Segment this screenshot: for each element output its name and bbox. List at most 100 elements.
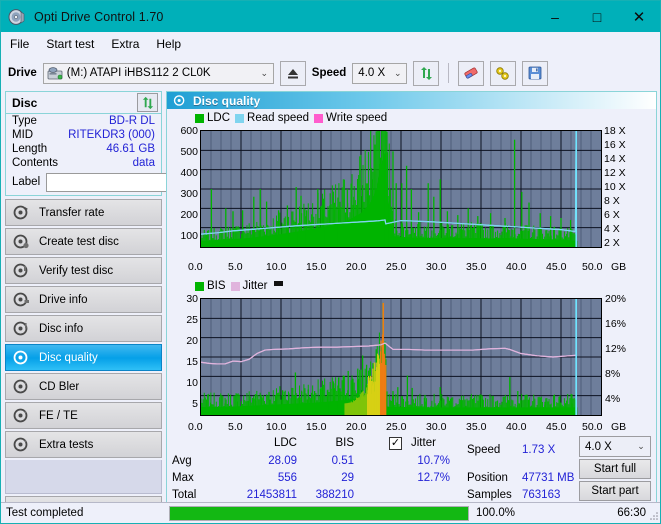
- erase-button[interactable]: [458, 60, 485, 86]
- menu-item-start-test[interactable]: Start test: [46, 35, 103, 53]
- sidebar-item-create-test-disc[interactable]: Create test disc: [5, 228, 162, 255]
- legend-label: Write speed: [326, 112, 388, 124]
- disc-panel-title: Disc: [12, 95, 38, 110]
- resize-grip-icon[interactable]: [650, 511, 659, 520]
- stats-ldc-total: 21453811: [246, 489, 297, 501]
- ldc-ytick: 600: [180, 125, 198, 137]
- menu-item-extra[interactable]: Extra: [111, 35, 148, 53]
- sidebar-item-drive-info[interactable]: Drive info: [5, 286, 162, 313]
- ldc-y2tick: 12 X: [604, 167, 626, 179]
- speed-select[interactable]: 4.0 X ⌄: [352, 62, 408, 84]
- ldc-ytick: 100: [180, 230, 198, 242]
- ldc-chart[interactable]: 600 500 400 300 200 100 18 X 16 X 14 X 1…: [167, 125, 656, 261]
- ldc-xtick: 0.0: [188, 261, 203, 273]
- close-button[interactable]: ✕: [618, 1, 660, 32]
- eject-button[interactable]: [279, 60, 306, 86]
- bis-y2tick: 12%: [605, 343, 627, 355]
- bis-chart[interactable]: 30 25 20 15 10 5 20% 16% 12% 8% 4%: [167, 293, 656, 421]
- start-part-button[interactable]: Start part: [579, 481, 651, 501]
- drive-icon: [47, 66, 63, 80]
- ldc-xtick: 40.0: [506, 261, 527, 273]
- disc-key-type: Type: [12, 115, 37, 127]
- ldc-xaxis: 0.0 5.0 10.0 15.0 20.0 25.0 30.0 35.0 40…: [167, 261, 656, 276]
- ldc-y2tick: 2 X: [604, 237, 620, 249]
- bis-ytick: 15: [186, 356, 198, 368]
- nav-list: Transfer rate Create test disc Verify te…: [5, 199, 162, 458]
- disc-value-length: 46.61 GB: [106, 143, 155, 155]
- sidebar-label: Transfer rate: [39, 206, 105, 219]
- chevron-down-icon[interactable]: ⌄: [256, 64, 273, 83]
- sidebar-label: Create test disc: [39, 235, 119, 248]
- legend-label: LDC: [207, 112, 231, 124]
- toolbar-separator: [448, 63, 450, 83]
- speed-label: Speed: [311, 67, 347, 79]
- disc-refresh-button[interactable]: [137, 93, 158, 112]
- jitter-label: Jitter: [411, 437, 436, 449]
- test-speed-select[interactable]: 4.0 X ⌄: [579, 436, 651, 457]
- refresh-button[interactable]: [413, 60, 440, 86]
- sidebar-item-verify-test-disc[interactable]: Verify test disc: [5, 257, 162, 284]
- jitter-checkbox[interactable]: ✓: [389, 437, 402, 450]
- disc-value-type: BD-R DL: [108, 115, 155, 127]
- save-button[interactable]: [522, 60, 549, 86]
- ldc-xtick: 20.0: [346, 261, 367, 273]
- window-title: Opti Drive Control 1.70: [34, 9, 164, 24]
- legend-swatch: [235, 113, 245, 123]
- menu-item-file[interactable]: File: [10, 35, 38, 53]
- sidebar-item-cd-bler[interactable]: CD Bler: [5, 373, 162, 400]
- bis-xtick: 0.0: [188, 421, 203, 433]
- stats-position-label: Position: [467, 472, 508, 484]
- refresh-icon: [142, 96, 153, 109]
- ldc-xtick: 10.0: [266, 261, 287, 273]
- speed-value: 4.0 X: [358, 67, 386, 79]
- bis-xaxis: 0.0 5.0 10.0 15.0 20.0 25.0 30.0 35.0 40…: [167, 421, 656, 436]
- tools-button[interactable]: [490, 60, 517, 86]
- chevron-down-icon[interactable]: ⌄: [389, 64, 406, 83]
- bis-xtick: 45.0: [546, 421, 567, 433]
- chevron-down-icon[interactable]: ⌄: [632, 441, 650, 452]
- menu-item-help[interactable]: Help: [156, 35, 190, 53]
- legend-swatch: [230, 281, 240, 291]
- sidebar-item-disc-info[interactable]: Disc info: [5, 315, 162, 342]
- bis-xunit: GB: [611, 421, 627, 433]
- stats-header-ldc: LDC: [273, 437, 297, 449]
- disc-bler-icon: [13, 378, 30, 395]
- disc-transfer-icon: [13, 204, 30, 221]
- app-disc-icon: [8, 8, 26, 26]
- legend-swatch: [314, 113, 324, 123]
- bis-plot-area[interactable]: [200, 298, 602, 416]
- bis-ytick: 10: [186, 377, 198, 389]
- sidebar-item-transfer-rate[interactable]: Transfer rate: [5, 199, 162, 226]
- ldc-y2tick: 8 X: [604, 195, 620, 207]
- minimize-button[interactable]: –: [534, 1, 576, 32]
- stats-jitter-max: 12.7%: [417, 472, 450, 484]
- sidebar-filler: [5, 460, 162, 494]
- ldc-y2tick: 4 X: [604, 223, 620, 235]
- legend-item-bis: BIS: [195, 280, 226, 292]
- sidebar-item-extra-tests[interactable]: Extra tests: [5, 431, 162, 458]
- stats-bis-max: 29: [341, 472, 354, 484]
- ldc-xtick: 35.0: [466, 261, 487, 273]
- start-full-button[interactable]: Start full: [579, 459, 651, 479]
- ldc-plot-area[interactable]: [200, 130, 602, 248]
- drive-select[interactable]: (M:) ATAPI iHBS112 2 CL0K ⌄: [42, 62, 274, 84]
- stats-row-label-total: Total: [172, 489, 197, 501]
- maximize-button[interactable]: □: [576, 1, 618, 32]
- refresh-icon: [420, 66, 432, 80]
- disc-fete-icon: [13, 407, 30, 424]
- disc-key-label: Label: [12, 176, 41, 188]
- legend-item-jitter: Jitter: [230, 280, 267, 292]
- bis-xtick: 50.0: [582, 421, 603, 433]
- sidebar-item-disc-quality[interactable]: Disc quality: [5, 344, 162, 371]
- sidebar-label: Extra tests: [39, 438, 94, 451]
- drive-value: (M:) ATAPI iHBS112 2 CL0K: [66, 67, 211, 79]
- app-window: Opti Drive Control 1.70 – □ ✕ File Start…: [0, 0, 661, 524]
- save-icon: [528, 66, 542, 80]
- disc-extra-icon: [13, 436, 30, 453]
- disc-value-contents: data: [132, 157, 155, 169]
- bis-xtick: 40.0: [506, 421, 527, 433]
- disc-quality-icon: [13, 349, 30, 366]
- sidebar-item-fe-te[interactable]: FE / TE: [5, 402, 162, 429]
- stats-samples-label: Samples: [467, 489, 512, 501]
- disc-value-mid: RITEKDR3 (000): [68, 129, 155, 141]
